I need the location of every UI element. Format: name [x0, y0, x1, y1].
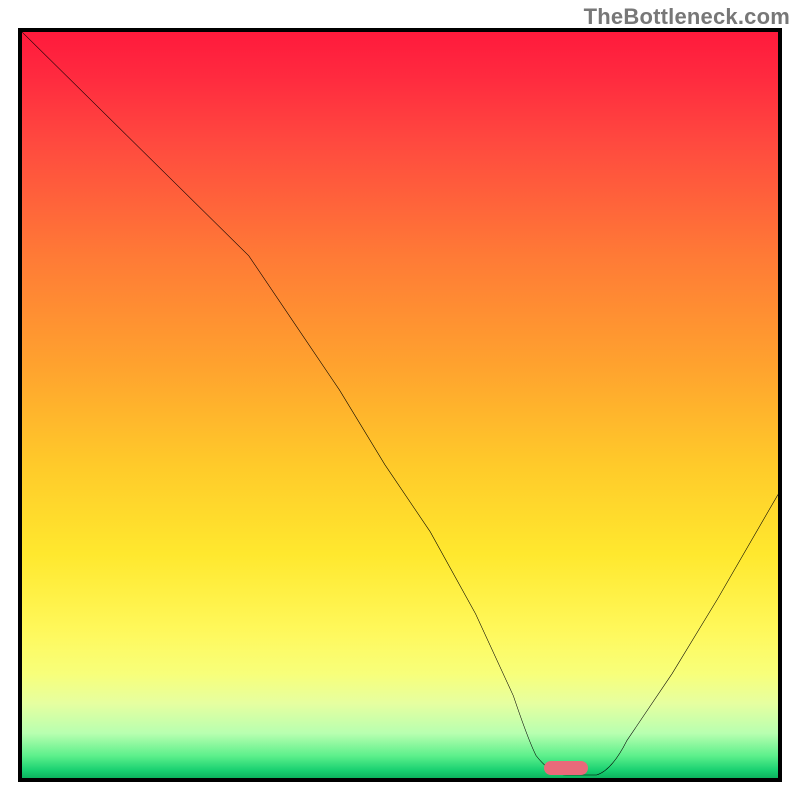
plot-area [18, 28, 782, 782]
watermark-text: TheBottleneck.com [584, 4, 790, 30]
bottleneck-curve [22, 32, 778, 778]
curve-path [22, 32, 778, 775]
chart-wrapper: TheBottleneck.com [0, 0, 800, 800]
optimum-marker [544, 761, 588, 775]
